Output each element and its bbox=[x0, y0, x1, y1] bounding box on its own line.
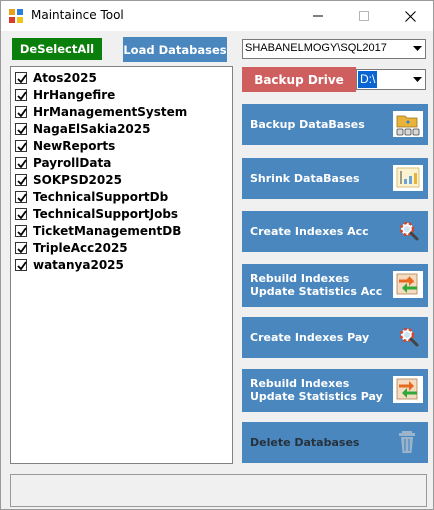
checkbox[interactable] bbox=[15, 139, 27, 152]
load-databases-button[interactable]: Load Databases bbox=[123, 37, 227, 62]
action-label: Create Indexes Pay bbox=[250, 331, 370, 344]
chevron-down-icon[interactable] bbox=[409, 70, 425, 89]
database-name: Atos2025 bbox=[33, 70, 97, 85]
minimize-button[interactable] bbox=[295, 1, 341, 31]
list-item[interactable]: SOKPSD2025 bbox=[15, 171, 122, 188]
drive-value: D:\ bbox=[358, 71, 378, 88]
close-icon bbox=[404, 10, 416, 22]
window-title: Maintaince Tool bbox=[31, 8, 124, 22]
create-indexes-pay-button[interactable]: Create Indexes Pay bbox=[242, 317, 428, 358]
main-window: Maintaince Tool DeSelectAll Load Databas… bbox=[0, 0, 434, 510]
rebuild-indexes-acc-button[interactable]: Rebuild Indexes Update Statistics Acc bbox=[242, 264, 428, 307]
checkbox[interactable] bbox=[15, 173, 27, 186]
magnifier-lifebuoy-icon bbox=[399, 221, 419, 241]
create-indexes-acc-button[interactable]: Create Indexes Acc bbox=[242, 211, 428, 252]
list-item[interactable]: HrManagementSystem bbox=[15, 103, 187, 120]
action-label: Shrink DataBases bbox=[250, 172, 360, 185]
checkbox[interactable] bbox=[15, 105, 27, 118]
list-item[interactable]: PayrollData bbox=[15, 154, 111, 171]
list-item[interactable]: watanya2025 bbox=[15, 256, 124, 273]
minimize-icon bbox=[313, 15, 323, 17]
action-label-line2: Update Statistics Pay bbox=[250, 390, 383, 403]
checkbox[interactable] bbox=[15, 156, 27, 169]
title-bar[interactable]: Maintaince Tool bbox=[1, 1, 433, 31]
database-backup-icon bbox=[393, 111, 423, 137]
drive-select[interactable]: D:\ bbox=[356, 69, 426, 90]
action-label: Create Indexes Acc bbox=[250, 225, 369, 238]
checkbox[interactable] bbox=[15, 71, 27, 84]
checkbox[interactable] bbox=[15, 224, 27, 237]
action-label-line1: Rebuild Indexes bbox=[250, 272, 350, 285]
checkbox[interactable] bbox=[15, 190, 27, 203]
close-button[interactable] bbox=[387, 1, 433, 31]
list-item[interactable]: TicketManagementDB bbox=[15, 222, 181, 239]
server-select[interactable]: SHABANELMOGY\SQL2017 bbox=[242, 39, 426, 59]
action-label: Rebuild Indexes Update Statistics Acc bbox=[250, 272, 382, 298]
trash-icon bbox=[399, 431, 415, 453]
list-item[interactable]: NagaElSakia2025 bbox=[15, 120, 150, 137]
database-name: HrManagementSystem bbox=[33, 104, 188, 119]
list-item[interactable]: TechnicalSupportJobs bbox=[15, 205, 178, 222]
server-value: SHABANELMOGY\SQL2017 bbox=[245, 42, 387, 54]
deselect-all-button[interactable]: DeSelectAll bbox=[12, 38, 102, 60]
delete-databases-button[interactable]: Delete Databases bbox=[242, 422, 428, 463]
app-icon bbox=[9, 9, 23, 23]
chevron-down-icon[interactable] bbox=[409, 40, 425, 58]
shrink-chart-icon bbox=[393, 165, 423, 191]
rebuild-indexes-pay-button[interactable]: Rebuild Indexes Update Statistics Pay bbox=[242, 369, 428, 412]
action-label: Rebuild Indexes Update Statistics Pay bbox=[250, 377, 383, 403]
database-name: NagaElSakia2025 bbox=[33, 121, 151, 136]
action-label: Delete Databases bbox=[250, 436, 360, 449]
database-name: SOKPSD2025 bbox=[33, 172, 122, 187]
checkbox[interactable] bbox=[15, 241, 27, 254]
list-item[interactable]: TripleAcc2025 bbox=[15, 239, 128, 256]
database-name: HrHangefire bbox=[33, 87, 116, 102]
maximize-button[interactable] bbox=[341, 1, 387, 31]
database-name: TechnicalSupportJobs bbox=[33, 206, 179, 221]
database-name: TicketManagementDB bbox=[33, 223, 182, 238]
action-label-line2: Update Statistics Acc bbox=[250, 285, 383, 298]
list-item[interactable]: NewReports bbox=[15, 137, 115, 154]
backup-databases-button[interactable]: Backup DataBases bbox=[242, 104, 428, 145]
status-bar bbox=[10, 474, 427, 507]
database-name: PayrollData bbox=[33, 155, 112, 170]
backup-drive-button[interactable]: Backup Drive bbox=[242, 67, 356, 92]
magnifier-lifebuoy-icon bbox=[399, 327, 419, 347]
checkbox[interactable] bbox=[15, 258, 27, 271]
database-name: watanya2025 bbox=[33, 257, 124, 272]
checkbox[interactable] bbox=[15, 88, 27, 101]
shrink-databases-button[interactable]: Shrink DataBases bbox=[242, 158, 428, 199]
list-item[interactable]: TechnicalSupportDb bbox=[15, 188, 168, 205]
refresh-arrows-icon bbox=[393, 376, 423, 403]
database-name: TechnicalSupportDb bbox=[33, 189, 169, 204]
list-item[interactable]: HrHangefire bbox=[15, 86, 115, 103]
action-label-line1: Rebuild Indexes bbox=[250, 377, 350, 390]
list-item[interactable]: Atos2025 bbox=[15, 69, 97, 86]
database-name: NewReports bbox=[33, 138, 116, 153]
checkbox[interactable] bbox=[15, 122, 27, 135]
maximize-icon bbox=[359, 11, 369, 21]
database-name: TripleAcc2025 bbox=[33, 240, 128, 255]
database-list[interactable]: Atos2025 HrHangefire HrManagementSystem … bbox=[10, 66, 233, 464]
refresh-arrows-icon bbox=[393, 271, 423, 298]
action-label: Backup DataBases bbox=[250, 118, 365, 131]
checkbox[interactable] bbox=[15, 207, 27, 220]
